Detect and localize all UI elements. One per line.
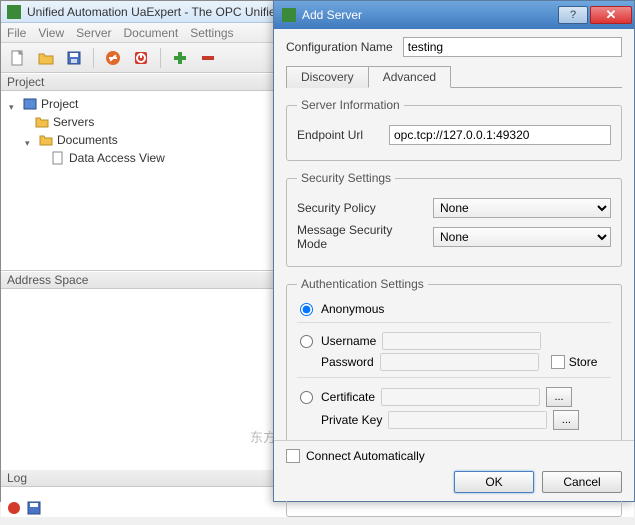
connect-automatically-checkbox[interactable] [286,449,300,463]
folder-icon [39,133,53,147]
folder-icon [35,115,49,129]
menu-file[interactable]: File [7,26,26,40]
auth-certificate-radio[interactable] [300,391,313,404]
certificate-browse-button[interactable]: ... [546,387,572,407]
log-stop-icon[interactable] [7,501,21,515]
dialog-title: Add Server [302,8,362,22]
security-mode-label: Message Security Mode [297,223,425,251]
server-info-legend: Server Information [297,98,404,112]
cancel-button[interactable]: Cancel [542,471,622,493]
auth-anonymous-label: Anonymous [321,302,384,316]
save-button[interactable] [63,47,85,69]
close-button[interactable]: ✕ [590,6,632,24]
server-information-group: Server Information Endpoint Url [286,98,622,161]
store-label: Store [569,355,598,369]
tree-data-access-view[interactable]: Data Access View [69,151,165,165]
tree-servers[interactable]: Servers [53,115,94,129]
certificate-input[interactable] [381,388,540,406]
menu-view[interactable]: View [38,26,64,40]
username-input[interactable] [382,332,541,350]
certificate-label: Certificate [321,390,375,404]
remove-button[interactable] [197,47,219,69]
menu-settings[interactable]: Settings [190,26,233,40]
expander-icon[interactable] [25,135,35,145]
tree-documents[interactable]: Documents [57,133,118,147]
security-policy-select[interactable]: None [433,198,611,218]
auth-anonymous-radio[interactable] [300,303,313,316]
store-checkbox[interactable] [551,355,565,369]
app-icon [7,5,21,19]
add-button[interactable] [169,47,191,69]
private-key-input[interactable] [388,411,547,429]
dialog-tabs: Discovery Advanced [286,65,622,88]
menu-server[interactable]: Server [76,26,111,40]
endpoint-url-label: Endpoint Url [297,128,381,142]
tab-advanced[interactable]: Advanced [368,66,451,88]
auth-username-radio[interactable] [300,335,313,348]
auth-legend: Authentication Settings [297,277,428,291]
open-file-button[interactable] [35,47,57,69]
app-icon [282,8,296,22]
security-settings-group: Security Settings Security Policy None M… [286,171,622,267]
menu-document[interactable]: Document [123,26,178,40]
document-icon [51,151,65,165]
username-label: Username [321,334,376,348]
close-doc-button[interactable] [102,47,124,69]
add-server-dialog: Add Server ? ✕ Configuration Name Discov… [273,0,635,502]
security-policy-label: Security Policy [297,201,425,215]
stop-button[interactable] [130,47,152,69]
tree-project[interactable]: Project [41,97,78,111]
password-label: Password [321,355,374,369]
endpoint-url-input[interactable] [389,125,611,145]
config-name-label: Configuration Name [286,40,393,54]
config-name-input[interactable] [403,37,622,57]
log-save-icon[interactable] [27,501,41,515]
help-button[interactable]: ? [558,6,588,24]
security-mode-select[interactable]: None [433,227,611,247]
connect-automatically-label: Connect Automatically [306,449,425,463]
dialog-titlebar[interactable]: Add Server ? ✕ [274,1,634,29]
new-file-button[interactable] [7,47,29,69]
ok-button[interactable]: OK [454,471,534,493]
private-key-browse-button[interactable]: ... [553,410,579,430]
expander-icon[interactable] [9,99,19,109]
tab-discovery[interactable]: Discovery [286,66,369,88]
project-icon [23,97,37,111]
security-legend: Security Settings [297,171,395,185]
private-key-label: Private Key [321,413,382,427]
password-input[interactable] [380,353,539,371]
authentication-settings-group: Authentication Settings Anonymous Userna… [286,277,622,444]
